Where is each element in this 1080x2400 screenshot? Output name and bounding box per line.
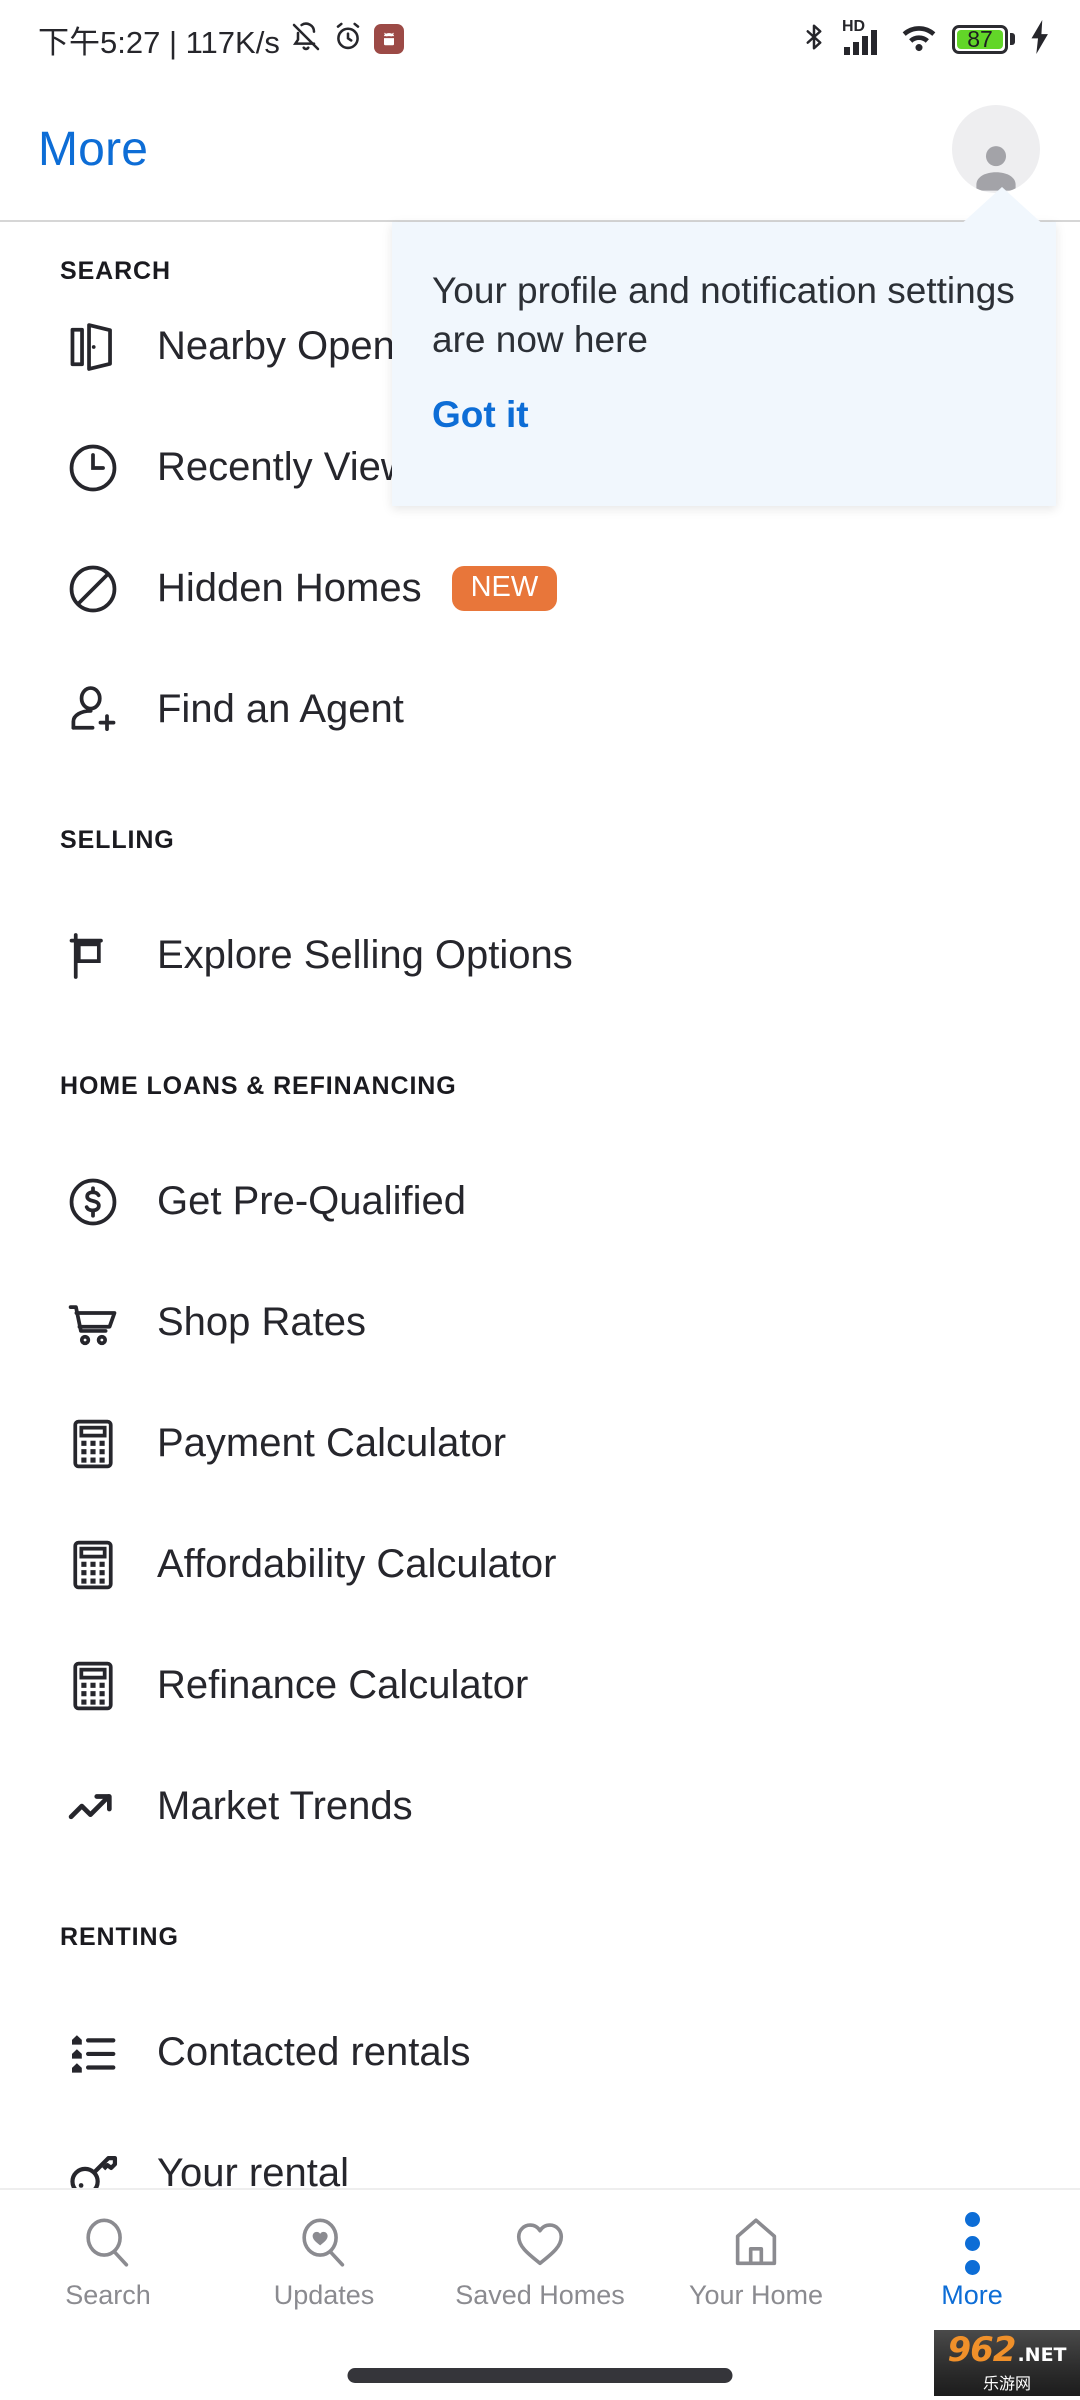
menu-item-label: Market Trends [157,1784,413,1828]
bell-off-icon [290,21,322,58]
menu-item-get-pre-qualified[interactable]: Get Pre-Qualified [0,1141,1080,1262]
menu-item-hidden-homes[interactable]: Hidden Homes NEW [0,528,1080,649]
house-icon [727,2212,785,2274]
menu-item-label: Contacted rentals [157,2030,471,2074]
android-app-icon [373,24,404,54]
person-plus-icon [56,673,130,747]
calculator-icon [56,1407,130,1481]
app-header: More [0,78,1080,222]
menu-item-affordability-calculator[interactable]: Affordability Calculator [0,1504,1080,1625]
for-sale-sign-icon [56,919,130,993]
tooltip-message: Your profile and notification settings a… [432,270,1015,361]
menu-item-find-an-agent[interactable]: Find an Agent [0,649,1080,770]
menu-item-refinance-calculator[interactable]: Refinance Calculator [0,1625,1080,1746]
dollar-circle-icon [56,1165,130,1239]
nav-item-search[interactable]: Search [0,2190,216,2311]
charging-bolt-icon [1028,19,1052,59]
page-title: More [38,122,149,176]
alarm-icon [332,21,364,58]
menu-list[interactable]: SEARCH Nearby Open Houses Recently Viewe… [0,224,1080,2188]
section-header-search: SEARCH [60,257,171,285]
menu-item-label: Your rental [157,2151,349,2188]
status-badge: NEW [451,566,558,611]
menu-item-contacted-rentals[interactable]: Contacted rentals [0,1992,1080,2113]
heart-icon [511,2212,569,2274]
nav-item-label: Your Home [688,2280,824,2310]
shopping-cart-icon [56,1286,130,1360]
profile-tooltip: Your profile and notification settings a… [392,222,1056,506]
open-door-icon [56,310,130,384]
nav-item-label: Search [65,2280,151,2310]
menu-item-explore-selling-options[interactable]: Explore Selling Options [0,895,1080,1016]
menu-item-label: Explore Selling Options [157,933,573,977]
site-watermark: 962 .NET 乐游网 [934,2330,1080,2396]
got-it-button[interactable]: Got it [432,394,529,436]
watermark-number: 962 [947,2330,1016,2370]
bluetooth-icon [799,20,829,59]
trending-up-icon [56,1770,130,1844]
three-dots-icon [964,2211,980,2275]
nav-item-more[interactable]: More [864,2190,1080,2311]
nav-item-label: Updates [273,2280,375,2310]
calculator-icon [56,1528,130,1602]
status-bar-left: 下午5:27 | 117K/s [38,17,404,62]
menu-item-market-trends[interactable]: Market Trends [0,1746,1080,1867]
menu-item-label: Find an Agent [157,687,404,731]
menu-item-payment-calculator[interactable]: Payment Calculator [0,1383,1080,1504]
section-header-selling: SELLING [60,826,175,854]
watermark-domain: .NET [1017,2343,1067,2366]
nav-item-label: Saved Homes [455,2280,625,2310]
profile-avatar-icon[interactable] [952,105,1040,193]
phone-screen: 下午5:27 | 117K/s HD 87 More SEARCH Nearby… [0,0,1080,2400]
house-list-icon [56,2016,130,2090]
nav-item-saved-homes[interactable]: Saved Homes [432,2190,648,2311]
menu-item-label: Shop Rates [157,1300,367,1344]
tooltip-arrow [958,187,1046,227]
circle-slash-icon [56,552,130,626]
section-header-renting: RENTING [60,1923,179,1951]
section-header-home-loans: HOME LOANS & REFINANCING [60,1072,457,1100]
hd-signal-icon: HD [842,18,886,56]
menu-item-label: Payment Calculator [157,1421,507,1465]
magnifier-icon [79,2212,137,2274]
menu-item-your-rental[interactable]: Your rental [0,2113,1080,2188]
status-bar-right: HD 87 [799,18,1052,59]
nav-item-your-home[interactable]: Your Home [648,2190,864,2311]
key-icon [56,2137,130,2188]
watermark-chinese: 乐游网 [982,2373,1031,2393]
menu-item-label: Get Pre-Qualified [157,1179,467,1223]
calculator-icon [56,1649,130,1723]
status-bar: 下午5:27 | 117K/s HD 87 [0,0,1080,78]
menu-item-shop-rates[interactable]: Shop Rates [0,1262,1080,1383]
nav-item-label: More [941,2280,1003,2310]
clock-icon [56,431,130,505]
hd-label: HD [842,18,866,35]
gesture-home-bar[interactable] [347,2368,733,2383]
bottom-navigation: Search Updates Saved Homes Your Home Mor… [0,2188,1080,2340]
menu-item-label: Hidden Homes [157,566,422,610]
menu-item-label: Affordability Calculator [157,1542,557,1586]
nav-item-updates[interactable]: Updates [216,2190,432,2311]
menu-item-label: Refinance Calculator [157,1663,529,1707]
magnifier-heart-icon [295,2212,353,2274]
battery-icon: 87 [952,24,1015,54]
battery-percent: 87 [967,25,993,52]
status-clock: 下午5:27 | 117K/s [38,24,280,60]
wifi-icon [899,21,939,58]
